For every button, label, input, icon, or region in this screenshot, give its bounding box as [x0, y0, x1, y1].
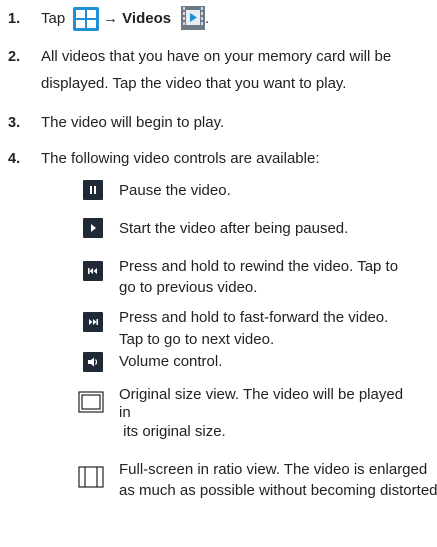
- rewind-description-line-2: go to previous video.: [119, 279, 258, 296]
- step-number: 2.: [8, 49, 21, 65]
- step-2-line-2: displayed. Tap the video that you want t…: [41, 75, 347, 92]
- pause-description: Pause the video.: [119, 182, 231, 199]
- play-description: Start the video after being paused.: [119, 220, 349, 237]
- pause-icon: [83, 180, 103, 200]
- step-4-text: The following video controls are availab…: [41, 150, 320, 167]
- step-1-text-tap: Tap: [41, 10, 66, 27]
- step-2-line-1: All videos that you have on your memory …: [41, 48, 392, 65]
- step-1-period: .: [205, 10, 210, 27]
- volume-description: Volume control.: [119, 353, 223, 370]
- play-icon: [83, 218, 103, 238]
- step-number: 1.: [8, 11, 21, 27]
- apps-menu-icon: [73, 7, 99, 36]
- volume-icon: [83, 352, 103, 372]
- step-1-text-videos: → Videos: [103, 10, 172, 27]
- original-size-description-line-2: in: [119, 404, 131, 421]
- original-size-description-line-1: Original size view. The video will be pl…: [119, 386, 404, 403]
- original-size-icon: [78, 391, 104, 413]
- step-number: 3.: [8, 115, 21, 131]
- original-size-description-line-3: its original size.: [119, 423, 226, 440]
- videos-app-icon: [181, 6, 205, 35]
- full-screen-ratio-description-line-2: as much as possible without becoming dis…: [119, 482, 437, 499]
- step-3-text: The video will begin to play.: [41, 114, 225, 131]
- rewind-icon: [83, 261, 103, 281]
- fast-forward-description-line-1: Press and hold to fast-forward the video…: [119, 309, 389, 326]
- full-screen-ratio-icon: [78, 466, 104, 488]
- rewind-description-line-1: Press and hold to rewind the video. Tap …: [119, 258, 399, 275]
- fast-forward-description-line-2: Tap to go to next video.: [119, 331, 275, 348]
- full-screen-ratio-description-line-1: Full-screen in ratio view. The video is …: [119, 461, 428, 478]
- fast-forward-icon: [83, 312, 103, 332]
- step-number: 4.: [8, 151, 21, 167]
